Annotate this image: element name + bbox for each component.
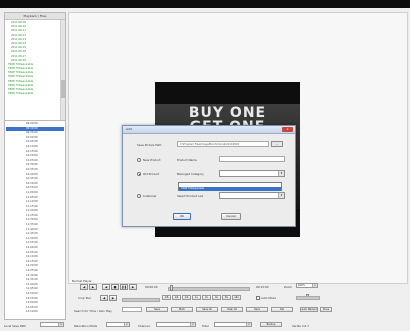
time-start: 00:00:00 xyxy=(145,285,158,289)
zoom-value: 100% xyxy=(298,284,305,287)
mark-button[interactable]: Save xyxy=(246,307,268,312)
file-tree-title: Playback / Files xyxy=(5,13,65,20)
picture-path-field[interactable]: C:\Program Files\ImageMonitor\Grab\20110… xyxy=(177,141,269,147)
chevron-down-icon[interactable]: ▾ xyxy=(190,323,195,326)
picture-path-label: Save Picture Path xyxy=(137,143,162,147)
pause-button[interactable]: ❚❚ xyxy=(120,284,128,290)
time-list-panel: 09:00:00 09:30:00 09:35:00 10:00:00 10:05:00… xyxy=(4,120,66,320)
forward-button[interactable]: ▶ xyxy=(129,284,137,290)
new-product-radio[interactable] xyxy=(137,158,141,162)
product-name-field[interactable] xyxy=(219,156,285,162)
stop-button[interactable]: ■ xyxy=(111,284,119,290)
file-tree-scrollbar[interactable] xyxy=(60,20,65,123)
speed-button[interactable]: 1/4 xyxy=(172,295,181,300)
file-tree-list: 2011-08-09 2011-08-10 2011-08-11 2011-08-12… xyxy=(7,21,60,96)
local-save-label: Local Save Path xyxy=(4,324,27,328)
mark-button[interactable]: Save All xyxy=(196,307,218,312)
cancel-button[interactable]: Cancel xyxy=(221,213,241,220)
chevron-down-icon[interactable]: ▾ xyxy=(278,193,284,198)
time-end: 00:15:00 xyxy=(256,285,269,289)
search-time-field[interactable] xyxy=(122,307,142,312)
timeline-knob[interactable] xyxy=(170,285,173,291)
volume-slider[interactable] xyxy=(296,296,320,300)
old-product-radio[interactable] xyxy=(137,172,141,176)
version-label: Ver.No 2.0.7 xyxy=(292,324,310,328)
player-section-label: Normal Player xyxy=(72,279,92,283)
ok-button[interactable]: OK xyxy=(173,213,191,220)
rewind-button[interactable]: ◀ xyxy=(102,284,110,290)
speed-button[interactable]: 4x xyxy=(212,295,221,300)
zoom-label: Zoom xyxy=(284,285,293,289)
dialog-close-button[interactable]: x xyxy=(282,127,293,132)
channel-combo[interactable]: ▾ xyxy=(156,322,196,327)
customer-radio[interactable] xyxy=(137,194,141,198)
crop-label: Crop Tool xyxy=(78,296,91,300)
channel-label: Channel xyxy=(138,324,150,328)
dropdown-option-selected[interactable]: TR08 TVDequirable xyxy=(179,187,281,191)
mark-button[interactable]: Del xyxy=(271,307,293,312)
category-dropdown-list: TR08 TVDequirable xyxy=(178,182,282,191)
mark-button[interactable]: Save xyxy=(146,307,168,312)
old-product-label: Old Product xyxy=(143,172,160,176)
belong-category-combo[interactable]: ▾ xyxy=(219,170,285,177)
ad-headline-1: BUY ONE xyxy=(188,105,267,121)
speed-slider[interactable] xyxy=(122,298,160,302)
video-letterbox-top xyxy=(155,82,300,104)
zoom-combo[interactable]: 100% ▾ xyxy=(296,283,318,288)
add-dialog: Add x Save Picture Path C:\Program Files… xyxy=(122,125,296,227)
speed-button[interactable]: 1x xyxy=(192,295,201,300)
belong-category-label: Belonged Category xyxy=(177,172,204,176)
mark-button[interactable]: Clear All xyxy=(221,307,243,312)
file-tree-panel: Playback / Files 2011-08-09 2011-08-10 201… xyxy=(4,12,66,124)
dialog-title: Add xyxy=(126,127,132,131)
prev-frame-button[interactable]: ◀ xyxy=(80,284,88,290)
customer-label: Customer xyxy=(143,194,157,198)
tree-item[interactable]: TR08 TVDequirable xyxy=(7,92,60,96)
crop-right-button[interactable]: ▶ xyxy=(109,295,117,301)
speed-button[interactable]: 2x xyxy=(202,295,211,300)
timeline-slider[interactable] xyxy=(168,287,250,291)
crop-left-button[interactable]: ◀ xyxy=(100,295,108,301)
mark-button[interactable]: Mark xyxy=(171,307,193,312)
play-button[interactable]: ▶ xyxy=(89,284,97,290)
new-product-label: New Product xyxy=(143,158,161,162)
chevron-down-icon[interactable]: ▾ xyxy=(124,323,129,326)
relocation-label: Relocation Mode xyxy=(74,324,98,328)
speed-button[interactable]: 8x xyxy=(222,295,231,300)
chevron-down-icon[interactable]: ▾ xyxy=(278,171,284,176)
browse-button[interactable]: ... xyxy=(271,141,283,147)
speed-button[interactable]: 16x xyxy=(232,295,241,300)
total-label: Total xyxy=(202,324,209,328)
select-product-label: Select Product List xyxy=(177,194,203,198)
product-name-label: Product Name xyxy=(177,158,197,162)
auto-mode-checkbox[interactable] xyxy=(256,296,260,300)
scroll-thumb[interactable] xyxy=(61,80,65,98)
time-list: 09:00:00 09:30:00 09:35:00 10:00:00 10:05:00… xyxy=(6,122,64,315)
chevron-down-icon[interactable]: ▾ xyxy=(58,323,63,326)
time-list-item[interactable]: 13:10:00 xyxy=(6,310,64,315)
backup-button[interactable]: Backup xyxy=(260,322,282,327)
select-product-combo[interactable]: ▾ xyxy=(219,192,285,199)
chevron-down-icon[interactable]: ▾ xyxy=(312,284,317,287)
speed-button[interactable]: 1/8 xyxy=(162,295,171,300)
chevron-down-icon[interactable]: ▾ xyxy=(246,323,251,326)
relocation-combo[interactable]: ▾ xyxy=(106,322,130,327)
total-combo[interactable]: ▾ xyxy=(214,322,252,327)
local-save-combo[interactable]: ▾ xyxy=(40,322,64,327)
dialog-titlebar: Add x xyxy=(123,126,295,134)
top-bar xyxy=(0,0,410,8)
auto-mode-label: Auto Mode xyxy=(261,296,277,300)
done-button[interactable]: Done xyxy=(320,307,332,312)
speed-button[interactable]: 1/2 xyxy=(182,295,191,300)
search-label: Search for Time / Own Play xyxy=(74,309,112,313)
app-window: Playback / Files 2011-08-09 2011-08-10 201… xyxy=(0,8,410,331)
auto-marked-button[interactable]: Auto Marked xyxy=(300,307,318,312)
